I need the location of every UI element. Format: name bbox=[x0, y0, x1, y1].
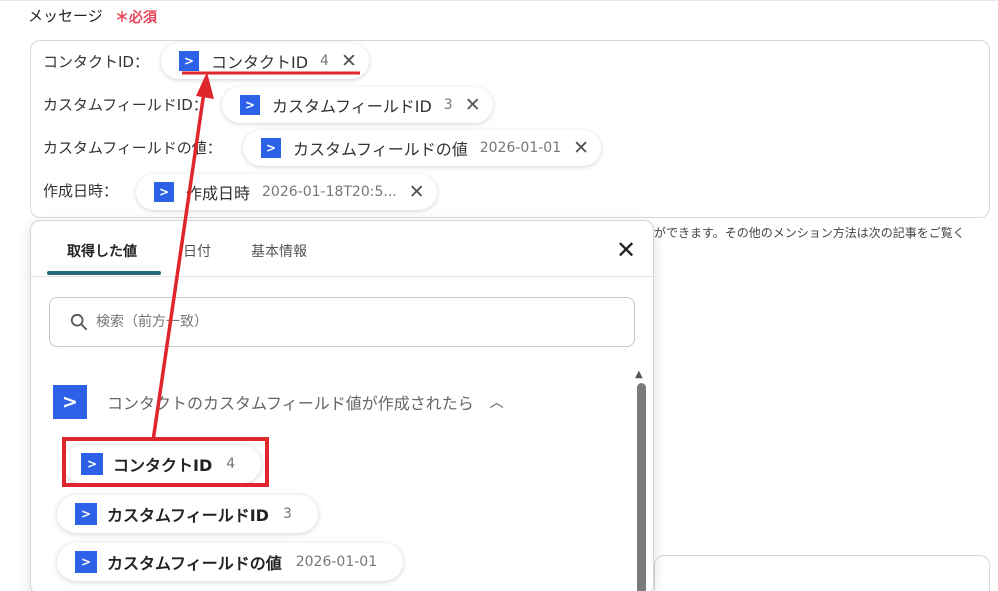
chip-name: コンタクトID bbox=[211, 53, 309, 72]
close-icon[interactable]: ✕ bbox=[409, 182, 425, 202]
chevron-right-app-icon: > bbox=[154, 182, 174, 202]
chip-custom-field-id[interactable]: > カスタムフィールドID 3 ✕ bbox=[222, 87, 493, 123]
chip-value: 3 bbox=[443, 97, 453, 113]
value-picker-panel: 取得した値 日付 基本情報 ✕ > コンタクトのカスタムフィールド値が作成された… bbox=[30, 220, 654, 591]
close-icon[interactable]: ✕ bbox=[613, 237, 639, 263]
chip-custom-field-value[interactable]: > カスタムフィールドの値 2026-01-01 ✕ bbox=[243, 130, 602, 166]
scrollbar-thumb[interactable] bbox=[637, 383, 646, 591]
chip-contact-id[interactable]: > コンタクトID 4 ✕ bbox=[161, 43, 369, 79]
tab-basic-info[interactable]: 基本情報 bbox=[251, 241, 307, 261]
value-item-custom-field-id[interactable]: > カスタムフィールドID 3 bbox=[57, 495, 318, 533]
message-input-box[interactable]: コンタクトID： > コンタクトID 4 ✕ カスタムフィールドID： > カス… bbox=[30, 40, 990, 218]
item-value: 4 bbox=[226, 456, 236, 472]
value-item-contact-id[interactable]: > コンタクトID 4 bbox=[63, 445, 262, 483]
close-icon[interactable]: ✕ bbox=[341, 51, 357, 71]
search-field[interactable] bbox=[49, 297, 635, 347]
row-label-custom-field-id: カスタムフィールドID： bbox=[43, 96, 208, 114]
chip-name: カスタムフィールドの値 bbox=[293, 140, 468, 159]
item-value: 2026-01-01 bbox=[295, 554, 378, 570]
chip-name: カスタムフィールドID bbox=[272, 97, 432, 116]
value-item-custom-field-value[interactable]: > カスタムフィールドの値 2026-01-01 bbox=[57, 543, 404, 581]
chevron-right-app-icon: > bbox=[179, 51, 199, 71]
chevron-right-app-icon: > bbox=[75, 503, 97, 525]
item-name: カスタムフィールドの値 bbox=[107, 554, 282, 573]
top-divider bbox=[0, 0, 998, 1]
chip-value: 2026-01-18T20:5... bbox=[262, 184, 397, 200]
tab-obtained-values[interactable]: 取得した値 bbox=[67, 241, 137, 261]
active-tab-indicator bbox=[47, 271, 161, 275]
row-label-custom-field-value: カスタムフィールドの値： bbox=[43, 139, 222, 157]
tab-date[interactable]: 日付 bbox=[183, 241, 211, 261]
trigger-group-header[interactable]: > コンタクトのカスタムフィールド値が作成されたら ︿ bbox=[53, 385, 504, 419]
row-label-contact-id: コンタクトID： bbox=[43, 53, 149, 71]
search-input[interactable] bbox=[96, 314, 596, 330]
chip-value: 4 bbox=[320, 53, 329, 69]
close-icon[interactable]: ✕ bbox=[465, 95, 481, 115]
close-icon[interactable]: ✕ bbox=[573, 138, 589, 158]
chip-value: 2026-01-01 bbox=[479, 140, 562, 156]
item-value: 3 bbox=[282, 506, 292, 522]
search-icon bbox=[70, 313, 88, 331]
item-name: カスタムフィールドID bbox=[107, 506, 269, 525]
chevron-right-app-icon: > bbox=[53, 385, 87, 419]
item-name: コンタクトID bbox=[113, 456, 213, 475]
required-mark: ＊必須 bbox=[115, 10, 157, 26]
chevron-right-app-icon: > bbox=[261, 138, 281, 158]
trigger-title: コンタクトのカスタムフィールド値が作成されたら bbox=[107, 394, 474, 413]
chevron-right-app-icon: > bbox=[75, 551, 97, 573]
scroll-up-arrow[interactable]: ▲ bbox=[635, 369, 643, 380]
next-field-box bbox=[654, 555, 990, 591]
message-field-label: メッセージ bbox=[28, 7, 103, 25]
chip-name: 作成日時 bbox=[186, 184, 251, 203]
mention-hint-text: ができます。その他のメンション方法は次の記事をご覧く bbox=[654, 226, 965, 240]
row-label-created-at: 作成日時： bbox=[43, 182, 119, 200]
chip-created-at[interactable]: > 作成日時 2026-01-18T20:5... ✕ bbox=[136, 174, 437, 210]
chevron-right-app-icon: > bbox=[240, 95, 260, 115]
chevron-right-app-icon: > bbox=[81, 453, 103, 475]
tab-bar: 取得した値 日付 基本情報 ✕ bbox=[31, 221, 653, 277]
chevron-up-icon[interactable]: ︿ bbox=[490, 392, 504, 412]
